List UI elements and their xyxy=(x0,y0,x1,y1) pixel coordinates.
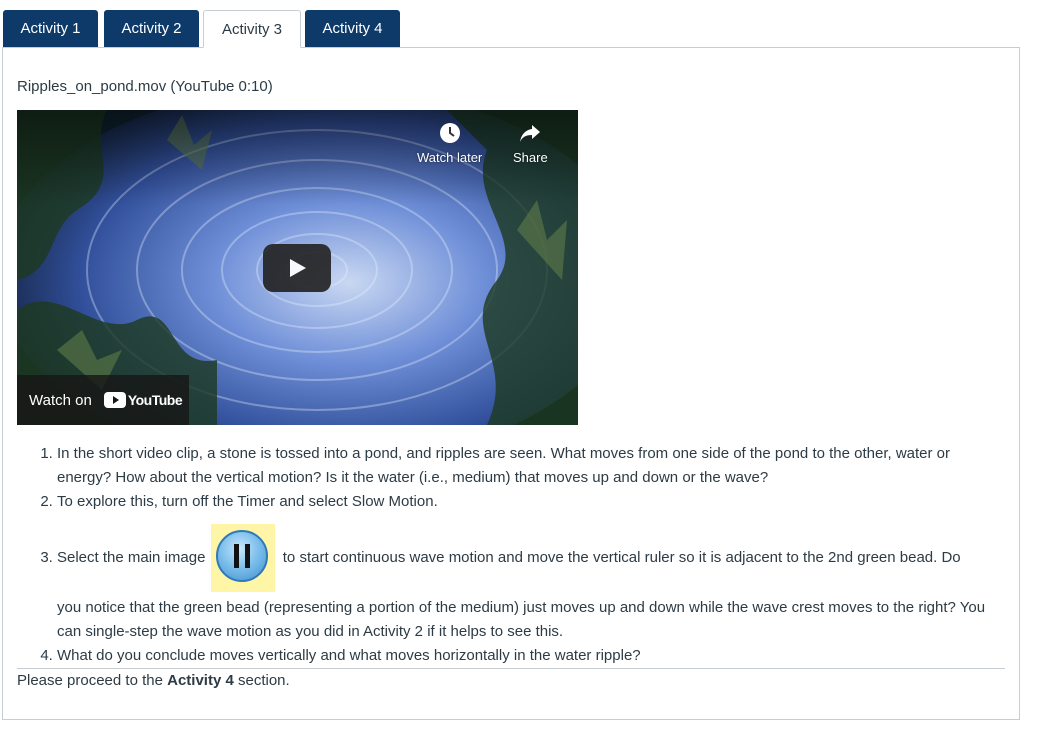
proceed-activity-4-label: Activity 4 xyxy=(167,672,234,689)
play-icon xyxy=(290,259,306,277)
tab-activity-2[interactable]: Activity 2 xyxy=(104,10,199,47)
step-3: Select the main image to start continuou… xyxy=(57,524,1007,644)
step-3-text-after: to start continuous wave motion and move… xyxy=(282,548,961,566)
proceed-suffix: section. xyxy=(237,672,290,689)
share-label: Share xyxy=(513,150,548,165)
play-button[interactable] xyxy=(263,244,331,292)
watch-on-youtube-link[interactable]: Watch on YouTube xyxy=(17,375,189,425)
pause-icon xyxy=(215,530,268,582)
youtube-logo: YouTube xyxy=(103,392,183,408)
share-icon xyxy=(520,125,541,142)
video-title: Ripples_on_pond.mov (YouTube 0:10) xyxy=(17,78,273,95)
activity-panel: Ripples_on_pond.mov (YouTube 0:10) Watch… xyxy=(2,47,1020,720)
proceed-prefix: Please proceed to the xyxy=(17,672,163,689)
tab-activity-1[interactable]: Activity 1 xyxy=(3,10,98,47)
step-3-text-before: Select the main image xyxy=(57,548,206,566)
step-2: To explore this, turn off the Timer and … xyxy=(57,490,1007,514)
proceed-message: Please proceed to the Activity 4 section… xyxy=(17,672,290,689)
pause-button-image xyxy=(210,524,275,592)
youtube-wordmark: YouTube xyxy=(127,392,183,408)
watch-later-button[interactable]: Watch later xyxy=(417,122,482,165)
clock-icon xyxy=(439,123,460,143)
tab-activity-3[interactable]: Activity 3 xyxy=(203,10,301,48)
step-1: In the short video clip, a stone is toss… xyxy=(57,442,1007,490)
watch-on-label: Watch on xyxy=(29,391,92,409)
share-button[interactable]: Share xyxy=(513,122,548,165)
youtube-video-player[interactable]: Watch later Share Watch on YouTube xyxy=(17,110,578,425)
tab-activity-4[interactable]: Activity 4 xyxy=(305,10,400,47)
step-4: What do you conclude moves vertically an… xyxy=(57,644,1007,668)
watch-later-label: Watch later xyxy=(417,150,483,165)
divider xyxy=(17,668,1005,669)
youtube-play-icon xyxy=(103,392,126,408)
step-3-text-rest: you notice that the green bead (represen… xyxy=(57,599,986,640)
activity-steps: In the short video clip, a stone is toss… xyxy=(17,442,1007,668)
